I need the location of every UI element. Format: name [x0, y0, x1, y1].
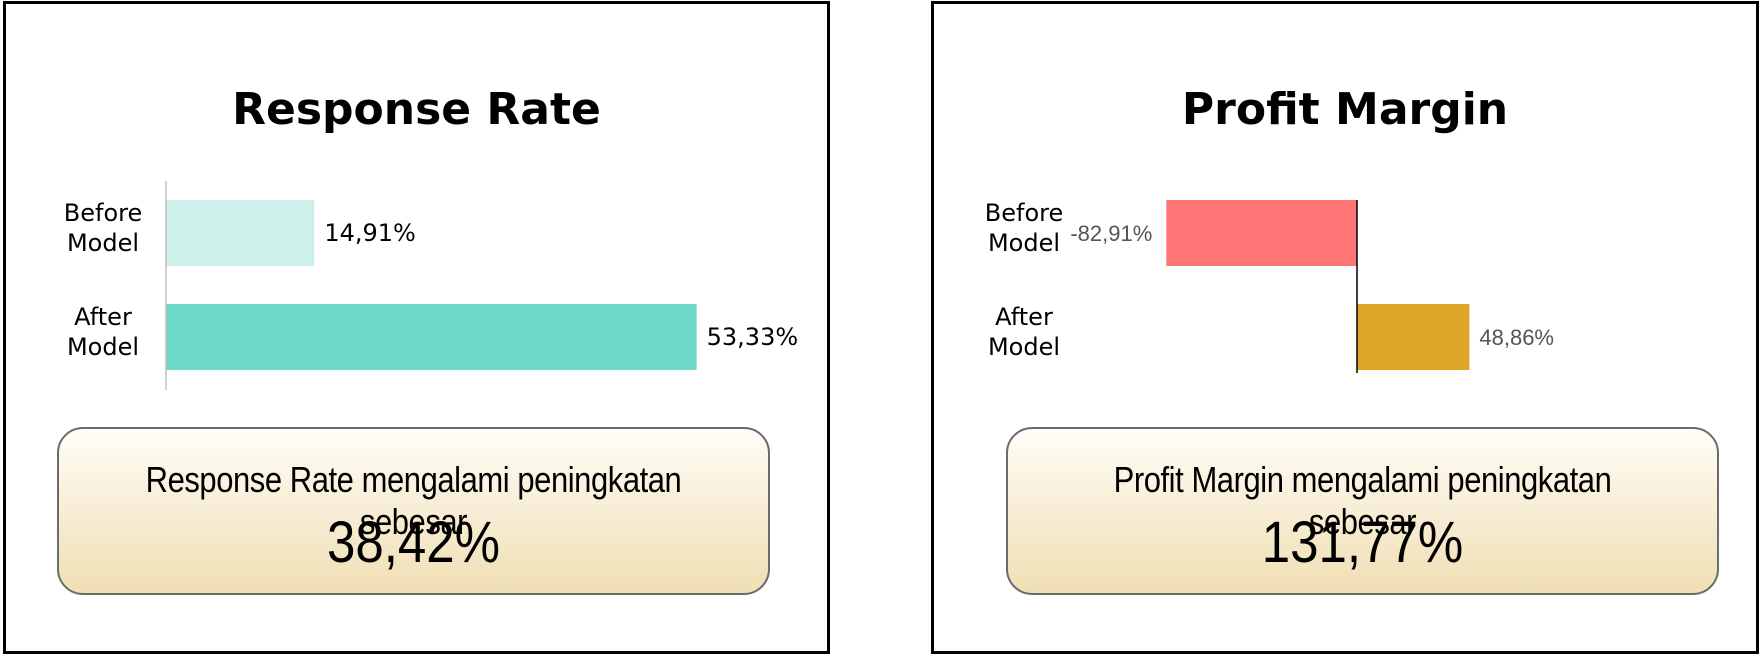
data-label: 53,33% [707, 323, 799, 351]
category-label: Before Model [985, 199, 1063, 257]
profit-margin-panel: Profit Margin -82,91% Before Model 48,86% Af… [931, 1, 1759, 654]
category-label: Before Model [64, 199, 142, 257]
bar-1 [166, 304, 697, 370]
category-label: After Model [67, 303, 139, 361]
data-label: 48,86% [1479, 325, 1554, 350]
bar-1 [1357, 304, 1470, 370]
data-label: 14,91% [324, 219, 416, 247]
summary-value: 38,42% [326, 510, 501, 575]
profit-margin-chart: -82,91% Before Model 48,86% After Model [985, 199, 1554, 373]
summary-box: Response Rate mengalami peningkatan sebe… [57, 427, 770, 595]
data-label: -82,91% [1070, 221, 1152, 246]
response-rate-chart: 14,91% Before Model 53,33% After Model [64, 181, 799, 390]
response-rate-panel: Response Rate 14,91% Before Model 53,33% Aft… [3, 1, 830, 654]
bar-0 [1166, 200, 1357, 266]
summary-box: Profit Margin mengalami peningkatan sebe… [1006, 427, 1719, 595]
summary-value: 131,77% [1261, 510, 1464, 575]
bar-0 [166, 200, 315, 266]
category-label: After Model [988, 303, 1060, 361]
